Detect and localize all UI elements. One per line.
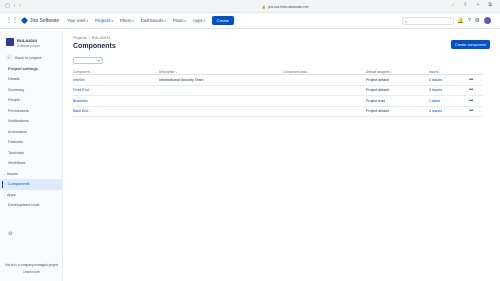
- sidebar-item-apps[interactable]: › Apps: [0, 190, 62, 201]
- component-link[interactable]: Business: [73, 99, 159, 103]
- component-link[interactable]: Back End: [73, 109, 159, 113]
- main-content: Projects / RULA2024 Components Create comp…: [73, 30, 493, 117]
- share-icon[interactable]: ⇪: [463, 3, 467, 8]
- breadcrumb-project[interactable]: RULA2024: [92, 36, 111, 40]
- forward-arrow-icon[interactable]: ›: [19, 3, 21, 9]
- project-header: RULA2024 Software project: [0, 30, 62, 48]
- nav-plans[interactable]: Plans ▾: [173, 18, 186, 23]
- default-assignee: Project default: [366, 109, 389, 114]
- create-component-button[interactable]: Create component: [451, 40, 491, 49]
- issues-link[interactable]: 3 issues: [429, 109, 469, 113]
- sidebar-item-people[interactable]: People: [0, 95, 62, 106]
- search-input[interactable]: ⌕: [402, 17, 454, 25]
- component-description: Informational Security Team: [159, 77, 204, 82]
- sidebar-item-toolchain[interactable]: Toolchain: [0, 148, 62, 159]
- column-default-assignee[interactable]: Default assignee ↓: [366, 70, 429, 74]
- sidebar-item-development-tools[interactable]: Development tools: [0, 200, 62, 211]
- table-row: Back End Project default 3 issues •••: [73, 107, 483, 117]
- project-avatar: [6, 38, 14, 46]
- back-to-project-link[interactable]: ← Back to project: [6, 54, 62, 60]
- chevron-right-icon: ›: [4, 171, 5, 176]
- component-search-input[interactable]: ⌕: [73, 57, 103, 64]
- chevron-down-icon: ▾: [184, 18, 186, 23]
- sidebar-item-permissions[interactable]: Permissions: [0, 106, 62, 117]
- default-assignee: Project default: [366, 88, 389, 93]
- create-button[interactable]: Create: [211, 16, 234, 25]
- learn-more-link[interactable]: Learn more: [0, 270, 63, 274]
- search-icon: ⌕: [405, 18, 408, 24]
- settings-icon[interactable]: ⚙: [8, 231, 12, 237]
- sidebar-item-automation[interactable]: Automation: [0, 127, 62, 138]
- project-sidebar: RULA2024 Software project ← Back to proj…: [0, 30, 63, 281]
- tabs-overview-icon[interactable]: ⧉: [488, 3, 492, 8]
- sidebar-item-workflows[interactable]: Workflows: [0, 158, 62, 169]
- sidebar-item-components[interactable]: Components: [0, 179, 62, 190]
- settings-heading: Project settings: [8, 66, 39, 71]
- issues-link[interactable]: 1 issue: [429, 99, 469, 103]
- nav-dashboards[interactable]: Dashboards ▾: [141, 18, 166, 23]
- sidebar-item-summary[interactable]: Summary: [0, 85, 62, 96]
- nav-filters[interactable]: Filters ▾: [120, 18, 134, 23]
- project-type-footer: You're in a company-managed project Lear…: [0, 263, 63, 274]
- component-link[interactable]: InfoSec: [73, 78, 159, 82]
- product-name: Jira Software: [30, 17, 60, 24]
- chevron-down-icon: ▾: [86, 18, 89, 23]
- table-row: Front End Project default 3 issues •••: [73, 86, 483, 96]
- sidebar-item-notifications[interactable]: Notifications: [0, 116, 62, 127]
- jira-logo-mark: [20, 16, 29, 25]
- breadcrumb: Projects / RULA2024: [73, 36, 111, 40]
- new-tab-icon[interactable]: +: [477, 3, 480, 8]
- lock-icon: 🔒: [261, 4, 266, 9]
- sidebar-item-issues[interactable]: › Issues: [0, 169, 62, 180]
- jira-logo[interactable]: Jira Software: [20, 16, 60, 25]
- sidebar-item-features[interactable]: Features: [0, 137, 62, 148]
- project-type: Software project: [17, 44, 41, 48]
- component-link[interactable]: Front End: [73, 88, 159, 92]
- browser-toolbar: ▢ ‹ › 🔒 jira-ccs.beta.atlassian.net ↓ ⇪ …: [0, 0, 500, 13]
- notifications-icon[interactable]: 🔔: [457, 18, 464, 24]
- column-component[interactable]: Component ↓: [73, 70, 159, 74]
- settings-gear-icon[interactable]: ⚙: [475, 18, 480, 24]
- chevron-down-icon: ▾: [132, 18, 134, 23]
- project-name: RULA2024: [17, 38, 38, 43]
- components-table: Component ↓ Description ↓ Component lead…: [73, 69, 483, 117]
- sidebar-item-details[interactable]: Details: [0, 74, 62, 85]
- download-icon[interactable]: ↓: [452, 3, 455, 8]
- user-avatar[interactable]: [483, 17, 491, 24]
- chevron-down-icon: ▾: [111, 18, 113, 23]
- more-actions-icon[interactable]: •••: [469, 108, 483, 114]
- table-row: Business Project lead 1 issue •••: [73, 96, 483, 107]
- column-component-lead[interactable]: Component lead ↓: [283, 70, 366, 74]
- back-arrow-icon: ←: [6, 54, 12, 60]
- address-bar[interactable]: 🔒 jira-ccs.beta.atlassian.net: [220, 2, 350, 11]
- more-actions-icon[interactable]: •••: [469, 98, 483, 104]
- chevron-down-icon: ▾: [164, 18, 166, 23]
- nav-your-work[interactable]: Your work ▾: [67, 18, 88, 23]
- default-assignee: Project lead: [366, 98, 385, 103]
- search-icon: ⌕: [97, 58, 100, 63]
- page-title: Components: [73, 43, 116, 50]
- more-actions-icon[interactable]: •••: [469, 77, 483, 83]
- back-arrow-icon[interactable]: ‹: [14, 3, 16, 9]
- top-navigation: ⋮⋮ Jira Software Your work ▾ Projects ▾ Fi…: [0, 13, 500, 29]
- help-icon[interactable]: ?: [468, 18, 471, 24]
- issues-link[interactable]: 3 issues: [429, 88, 469, 92]
- column-issues[interactable]: Issues ↓: [429, 70, 469, 74]
- nav-projects[interactable]: Projects ▾: [95, 18, 113, 23]
- nav-apps[interactable]: Apps ▾: [193, 18, 205, 23]
- table-row: InfoSec Informational Security Team Proj…: [73, 75, 483, 86]
- chevron-right-icon: ›: [4, 192, 5, 197]
- column-description[interactable]: Description ↓: [159, 70, 283, 74]
- more-actions-icon[interactable]: •••: [469, 87, 483, 93]
- default-assignee: Project default: [366, 77, 389, 82]
- issues-link[interactable]: 0 issues: [429, 78, 469, 82]
- sidebar-toggle-icon[interactable]: ▢: [5, 3, 10, 9]
- chevron-down-icon: ▾: [203, 18, 205, 23]
- app-switcher-icon[interactable]: ⋮⋮: [6, 17, 18, 24]
- url-text: jira-ccs.beta.atlassian.net: [267, 4, 309, 9]
- breadcrumb-projects[interactable]: Projects: [73, 36, 87, 40]
